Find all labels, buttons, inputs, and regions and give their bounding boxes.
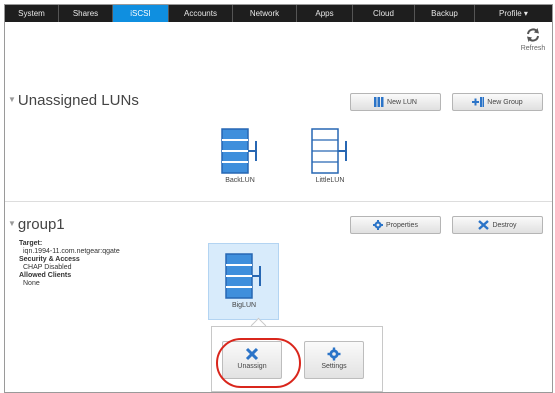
new-lun-button[interactable]: New LUN — [350, 93, 441, 111]
refresh-icon — [527, 28, 539, 42]
clients-heading: Allowed Clients — [19, 272, 72, 279]
tab-backup[interactable]: Backup — [415, 5, 475, 22]
lun-label: LittleLUN — [315, 177, 345, 184]
lun-item-backlun[interactable]: BackLUN — [215, 127, 265, 184]
tab-network[interactable]: Network — [233, 5, 297, 22]
app-frame: System Shares iSCSI Accounts Network App… — [4, 4, 553, 393]
destroy-button[interactable]: Destroy — [452, 216, 543, 234]
group-title: group1 — [17, 216, 65, 233]
lun-label: BigLUN — [231, 302, 257, 309]
new-lun-icon — [374, 97, 384, 107]
new-lun-label: New LUN — [387, 98, 417, 106]
refresh-button[interactable]: Refresh — [520, 27, 546, 52]
lun-item-littlelun[interactable]: LittleLUN — [305, 127, 355, 184]
clients-value: None — [23, 280, 40, 287]
destroy-label: Destroy — [492, 221, 517, 229]
unassigned-luns-heading: ▼ Unassigned LUNs — [8, 92, 139, 109]
settings-button[interactable]: Settings — [304, 341, 364, 379]
properties-button[interactable]: Properties — [350, 216, 441, 234]
tab-apps[interactable]: Apps — [297, 5, 353, 22]
refresh-label: Refresh — [520, 45, 546, 52]
lun-icon-wrap: BigLUN — [219, 252, 269, 309]
unassigned-luns-title: Unassigned LUNs — [17, 92, 139, 109]
tab-system[interactable]: System — [5, 5, 59, 22]
collapse-caret-icon[interactable]: ▼ — [8, 219, 16, 228]
section-divider — [5, 201, 552, 202]
security-value: CHAP Disabled — [23, 264, 72, 271]
lun-item-biglun[interactable]: BigLUN — [208, 243, 279, 320]
properties-label: Properties — [386, 221, 418, 229]
tab-shares[interactable]: Shares — [59, 5, 113, 22]
gear-icon — [327, 347, 341, 361]
tab-iscsi[interactable]: iSCSI — [113, 5, 169, 22]
new-group-icon — [472, 97, 485, 107]
lun-thin-icon — [311, 128, 347, 174]
tab-cloud[interactable]: Cloud — [353, 5, 415, 22]
target-value: iqn.1994-11.com.netgear:qgate — [23, 248, 120, 255]
lun-thick-icon — [221, 128, 257, 174]
lun-thick-icon — [225, 253, 261, 299]
group-details: Target: iqn.1994-11.com.netgear:qgate Se… — [19, 240, 120, 288]
lun-label: BackLUN — [225, 177, 255, 184]
new-group-label: New Group — [487, 98, 523, 106]
security-heading: Security & Access — [19, 256, 80, 263]
highlight-circle — [216, 338, 301, 388]
tab-profile[interactable]: Profile ▾ — [475, 5, 552, 22]
target-heading: Target: — [19, 240, 43, 247]
gear-icon — [373, 220, 384, 230]
group-heading: ▼ group1 — [8, 216, 65, 233]
destroy-icon — [478, 220, 490, 230]
new-group-button[interactable]: New Group — [452, 93, 543, 111]
collapse-caret-icon[interactable]: ▼ — [8, 95, 16, 104]
top-nav: System Shares iSCSI Accounts Network App… — [5, 5, 552, 22]
tab-accounts[interactable]: Accounts — [169, 5, 233, 22]
settings-label: Settings — [321, 363, 347, 370]
